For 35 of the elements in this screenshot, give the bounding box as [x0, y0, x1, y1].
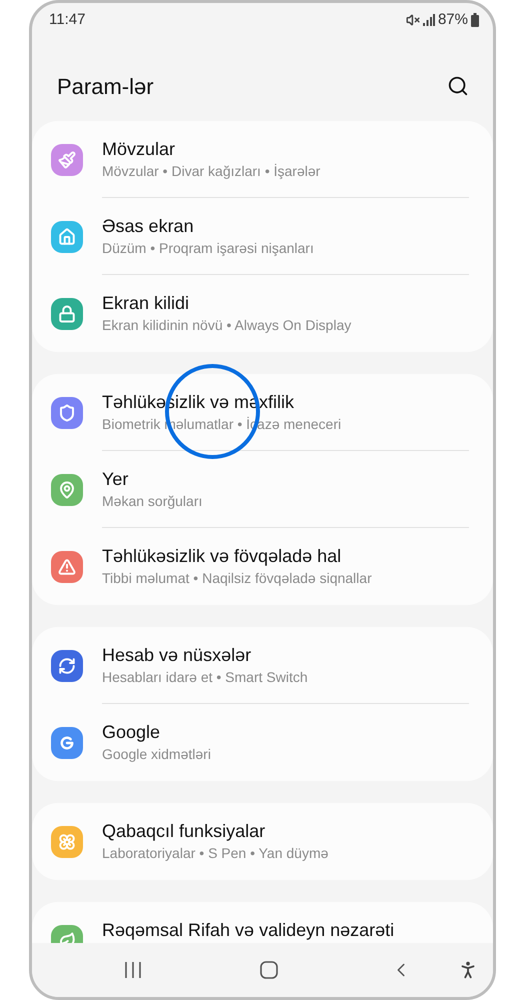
item-subtitle: Google xidmətləri [102, 745, 211, 764]
settings-item[interactable]: Qabaqcıl funksiyalar Laboratoriyalar • S Pen • Yan düymə [32, 803, 493, 880]
signal-icon [422, 14, 435, 26]
item-subtitle: Hesabları idarə et • Smart Switch [102, 668, 308, 687]
settings-item[interactable]: Yer Məkan sorğuları [32, 451, 493, 528]
battery-percent: 87% [438, 10, 468, 30]
item-subtitle: Tibbi məlumat • Naqilsiz fövqəladə siqnallar [102, 569, 372, 588]
home-button[interactable] [260, 961, 278, 979]
item-title: Google [102, 721, 162, 744]
settings-item[interactable]: Təhlükəsizlik və fövqəladə hal Tibbi məlumat • Naqilsiz fövqəladə siqnallar [32, 528, 493, 605]
settings-item[interactable]: Əsas ekran Düzüm • Proqram işarəsi nişanları [32, 198, 493, 275]
item-title: Ekran kilidi [102, 292, 190, 315]
item-title: Əsas ekran [102, 215, 195, 238]
item-subtitle: Məkan sorğuları [102, 492, 202, 511]
item-subtitle: Düzüm • Proqram işarəsi nişanları [102, 239, 314, 258]
item-title: Qabaqcıl funksiyalar [102, 820, 266, 843]
item-title: Rəqəmsal Rifah və valideyn nəzarəti [102, 919, 394, 942]
recent-apps-button[interactable] [124, 961, 142, 979]
settings-item[interactable]: Ekran kilidi Ekran kilidinin növü • Always On Display [32, 275, 493, 352]
item-title: Mövzular [102, 138, 176, 161]
settings-item[interactable]: Mövzular Mövzular • Divar kağızları • İşarələr [32, 121, 493, 198]
item-title: Hesab və nüsxələr [102, 644, 252, 667]
status-time: 11:47 [49, 10, 86, 30]
settings-item[interactable]: Rəqəmsal Rifah və valideyn nəzarəti [32, 902, 493, 943]
settings-item[interactable]: Hesab və nüsxələr Hesabları idarə et • Smart Switch [32, 627, 493, 704]
page-title: Param-lər [57, 72, 154, 100]
search-icon[interactable] [447, 75, 469, 97]
settings-item[interactable]: Google Google xidmətləri [32, 704, 493, 781]
item-subtitle: Ekran kilidinin növü • Always On Display [102, 316, 352, 335]
battery-icon [471, 13, 479, 27]
mute-icon [406, 13, 420, 27]
item-title: Təhlükəsizlik və fövqəladə hal [102, 545, 342, 568]
item-subtitle: Mövzular • Divar kağızları • İşarələr [102, 162, 320, 181]
item-title: Yer [102, 468, 130, 491]
item-subtitle: Laboratoriyalar • S Pen • Yan düymə [102, 844, 328, 863]
